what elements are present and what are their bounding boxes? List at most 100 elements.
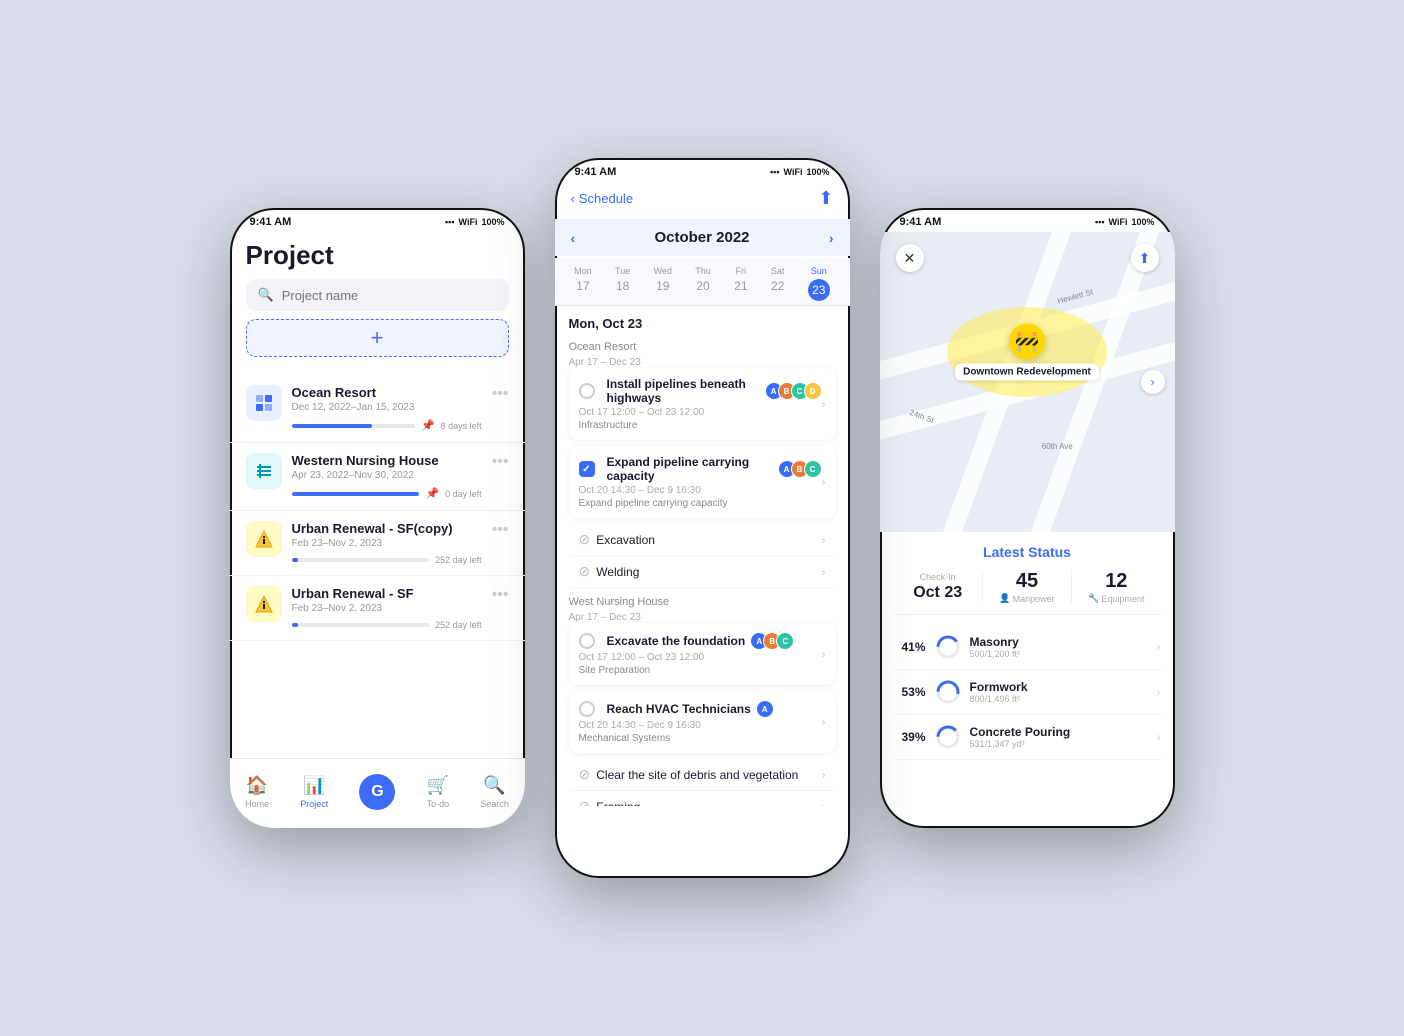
nav-project-label: Project (300, 799, 328, 809)
manpower-label: 👤 Manpower (999, 593, 1054, 604)
status-icons-right: ▪▪▪ WiFi 100% (1095, 217, 1155, 227)
status-bar-left: 9:41 AM ▪▪▪ WiFi 100% (230, 208, 525, 232)
stat-info-0: Masonry 500/1,200 ft² (970, 635, 1157, 659)
street-label-hewlett: Hewlett St (1056, 287, 1094, 305)
task-avatars-0-1: ABC (783, 460, 822, 478)
task-sub-arrow-1-3: › (822, 800, 826, 807)
stat-unit-2: 531/1,347 yd³ (970, 739, 1157, 749)
task-category-0-1: Expand pipeline carrying capacity (579, 498, 822, 509)
task-sub-title-0-3: Welding (596, 565, 639, 579)
project-name-0: Ocean Resort (292, 385, 482, 400)
cal-dow-1: Tue (615, 266, 630, 276)
task-card-0-0[interactable]: Install pipelines beneath highwaysABCD O… (569, 368, 836, 440)
share-icon[interactable]: ⬆ (818, 188, 833, 209)
project-menu-2[interactable]: ••• (492, 521, 509, 539)
donut-svg-1 (934, 678, 962, 706)
nav-project[interactable]: 📊 Project (300, 775, 328, 809)
cal-day-20[interactable]: Thu20 (695, 266, 711, 301)
nav-home-label: Home (245, 799, 269, 809)
search-input[interactable] (282, 288, 497, 303)
cal-day-19[interactable]: Wed19 (654, 266, 672, 301)
project-menu-3[interactable]: ••• (492, 586, 509, 604)
progress-row-1: 📌 0 day left (292, 487, 482, 500)
cal-dow-6: Sun (811, 266, 827, 276)
nav-todo-label: To-do (427, 799, 450, 809)
project-name-3: Urban Renewal - SF (292, 586, 482, 601)
manpower-icon: 👤 (999, 593, 1010, 604)
add-project-button[interactable]: + (246, 319, 509, 357)
cal-day-17[interactable]: Mon17 (574, 266, 592, 301)
task-sub-0-3[interactable]: ⊘ Welding › (569, 556, 836, 588)
task-time-0-0: Oct 17 12:00 – Oct 23 12:00 (579, 407, 822, 418)
task-left-1-0: Excavate the foundationABC Oct 17 12:00 … (579, 632, 822, 676)
project-item-1[interactable]: Western Nursing House Apr 23, 2022–Nov 3… (230, 443, 525, 511)
task-category-1-1: Mechanical Systems (579, 733, 822, 744)
schedule-body: Mon, Oct 23 Ocean Resort Apr 17 – Dec 23… (555, 306, 850, 806)
task-uncheck-1-1[interactable] (579, 701, 595, 717)
battery-center: 100% (806, 167, 829, 177)
slash-icon-1-3: ⊘ (579, 798, 591, 806)
schedule-section-1: West Nursing House Apr 17 – Dec 23 Excav… (569, 596, 836, 806)
section-date-0: Apr 17 – Dec 23 (569, 357, 836, 368)
nav-home[interactable]: 🏠 Home (245, 775, 269, 809)
map-next-button[interactable]: › (1141, 370, 1165, 394)
task-sub-left-1-2: ⊘ Clear the site of debris and vegetatio… (579, 766, 799, 783)
project-item-0[interactable]: Ocean Resort Dec 12, 2022–Jan 15, 2023 📌… (230, 375, 525, 443)
stat-row-2[interactable]: 39% Concrete Pouring 531/1,347 yd³ › (894, 715, 1161, 760)
next-month-button[interactable]: › (829, 230, 834, 246)
stat-row-0[interactable]: 41% Masonry 500/1,200 ft² › (894, 625, 1161, 670)
project-date-0: Dec 12, 2022–Jan 15, 2023 (292, 402, 482, 413)
cal-day-22[interactable]: Sat22 (771, 266, 785, 301)
task-sub-1-2[interactable]: ⊘ Clear the site of debris and vegetatio… (569, 759, 836, 791)
days-left-1: 0 day left (445, 489, 482, 499)
cal-day-18[interactable]: Tue18 (615, 266, 630, 301)
status-bar-right: 9:41 AM ▪▪▪ WiFi 100% (880, 208, 1175, 232)
search-box[interactable]: 🔍 (246, 279, 509, 311)
project-item-3[interactable]: Urban Renewal - SF Feb 23–Nov 2, 2023 25… (230, 576, 525, 641)
prev-month-button[interactable]: ‹ (571, 230, 576, 246)
project-title: Project (246, 240, 509, 271)
cal-day-21[interactable]: Fri21 (734, 266, 747, 301)
nav-avatar[interactable]: G (359, 774, 395, 810)
avatar-2: C (776, 632, 794, 650)
manpower-value: 45 (1016, 570, 1038, 593)
nav-todo[interactable]: 🛒 To-do (427, 775, 450, 809)
checkin-row: Check-In Oct 23 45 👤 Manpower 12 🔧 Equip… (894, 570, 1161, 615)
map-share-button[interactable]: ⬆ (1131, 244, 1159, 272)
task-check-0-1[interactable]: ✓ (579, 461, 595, 477)
project-menu-0[interactable]: ••• (492, 385, 509, 403)
avatar-2: C (804, 460, 822, 478)
section-project-0: Ocean Resort (569, 341, 836, 353)
checkin-date: Oct 23 (913, 584, 962, 602)
checkin-col-date: Check-In Oct 23 (894, 572, 983, 602)
cal-day-23[interactable]: Sun23 (808, 266, 830, 301)
slash-icon-0-2: ⊘ (579, 531, 591, 548)
task-card-1-0[interactable]: Excavate the foundationABC Oct 17 12:00 … (569, 623, 836, 685)
map-marker: 🚧 Downtown Redevelopment (955, 324, 1099, 381)
avatar-g: G (359, 774, 395, 810)
todo-icon: 🛒 (427, 775, 449, 796)
task-left-1-1: Reach HVAC TechniciansA Oct 20 14:30 – D… (579, 700, 822, 744)
project-item-2[interactable]: Urban Renewal - SF(copy) Feb 23–Nov 2, 2… (230, 511, 525, 576)
progress-row-3: 252 day left (292, 620, 482, 630)
stat-percent-0: 41% (894, 640, 926, 654)
task-uncheck-1-0[interactable] (579, 633, 595, 649)
task-card-1-1[interactable]: Reach HVAC TechniciansA Oct 20 14:30 – D… (569, 691, 836, 753)
nav-search[interactable]: 🔍 Search (480, 775, 509, 809)
project-menu-1[interactable]: ••• (492, 453, 509, 471)
stat-row-1[interactable]: 53% Formwork 800/1,496 ft² › (894, 670, 1161, 715)
stat-info-2: Concrete Pouring 531/1,347 yd³ (970, 725, 1157, 749)
task-card-0-1[interactable]: ✓Expand pipeline carrying capacityABC Oc… (569, 446, 836, 518)
latest-status-title: Latest Status (894, 544, 1161, 560)
task-avatars-1-0: ABC (755, 632, 794, 650)
task-sub-0-2[interactable]: ⊘ Excavation › (569, 524, 836, 556)
task-uncheck-0-0[interactable] (579, 383, 595, 399)
stat-percent-2: 39% (894, 730, 926, 744)
back-button[interactable]: ‹ Schedule (571, 191, 634, 206)
phone-right: 9:41 AM ▪▪▪ WiFi 100% ✕ ⬆ Hewlett St 24t… (880, 208, 1175, 828)
map-close-button[interactable]: ✕ (896, 244, 924, 272)
map-project-label: Downtown Redevelopment (955, 364, 1099, 381)
status-bar-center: 9:41 AM ▪▪▪ WiFi 100% (555, 158, 850, 182)
phones-container: 9:41 AM ▪▪▪ WiFi 100% Project 🔍 + (190, 118, 1215, 918)
task-sub-1-3[interactable]: ⊘ Framing › (569, 791, 836, 806)
